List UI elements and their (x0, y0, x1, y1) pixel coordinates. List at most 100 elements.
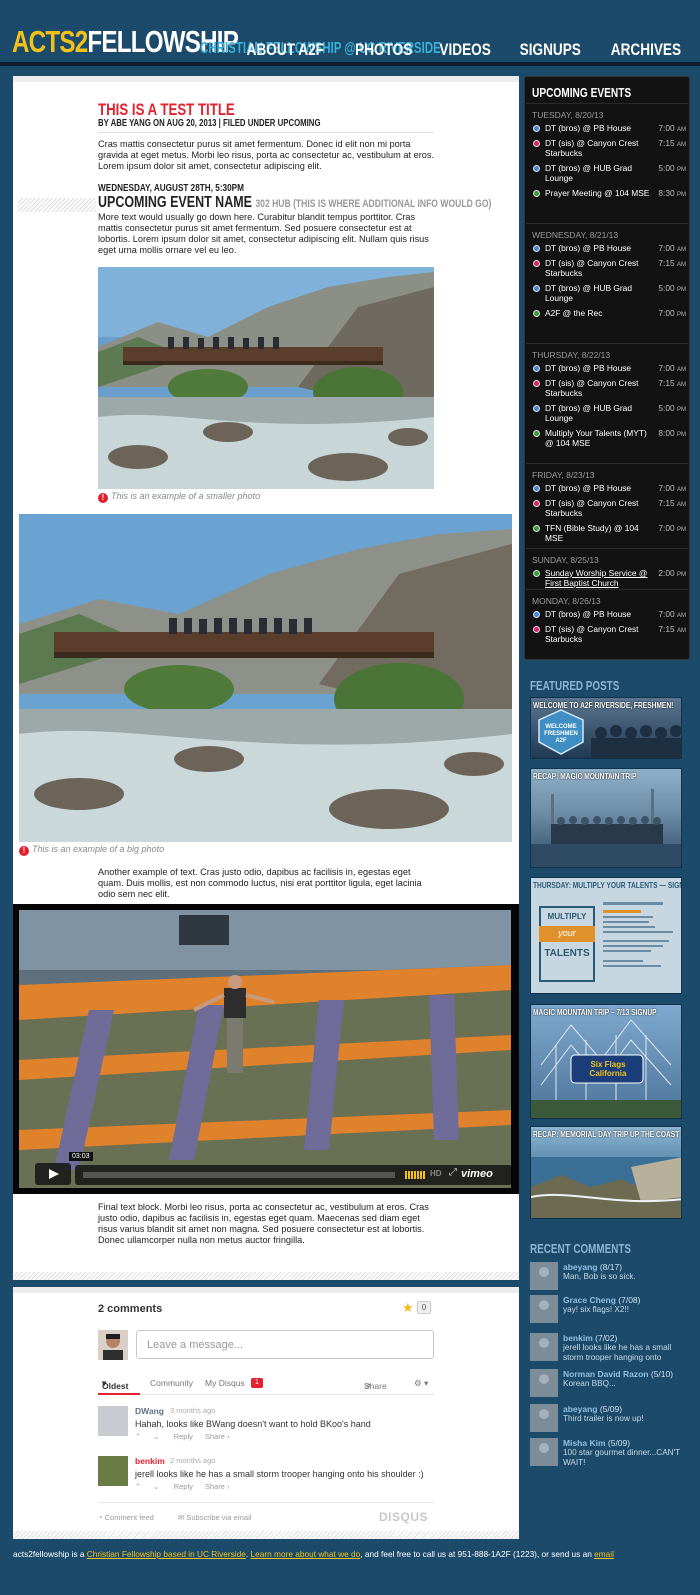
event-name: DT (bros) @ HUB Grad Lounge (545, 283, 632, 303)
hd-toggle[interactable]: HD (430, 1169, 442, 1178)
featured-post[interactable]: WELCOME FRESHMEN A2F WELCOME TO A2F RIVE… (530, 697, 682, 759)
event-name: DT (bros) @ PB House (545, 363, 632, 373)
reply-link[interactable]: Reply (174, 1432, 193, 1441)
disqus-logo[interactable]: DISQUS (379, 1510, 428, 1524)
upvote-icon[interactable]: ⌃ (135, 1482, 141, 1491)
vimeo-logo[interactable]: vimeo (461, 1168, 493, 1180)
event-item[interactable]: DT (bros) @ PB House 7:00 AM (526, 363, 688, 373)
comment-time[interactable]: 3 months ago (170, 1406, 215, 1415)
comment-input[interactable]: Leave a message... (136, 1330, 434, 1359)
subscribe-email-link[interactable]: ✉ Subscribe via email (178, 1513, 251, 1522)
recent-comment[interactable]: Misha Kim (5/09) 100 star gourmet dinner.… (530, 1438, 690, 1468)
event-item[interactable]: DT (bros) @ HUB Grad Lounge 5:00 PM (526, 403, 688, 423)
green-calendar-dot-icon (533, 190, 540, 197)
downvote-icon[interactable]: ⌄ (153, 1482, 159, 1491)
event-item[interactable]: DT (sis) @ Canyon Crest Starbucks 7:15 AM (526, 138, 688, 158)
recent-comment-author[interactable]: abeyang (563, 1404, 598, 1414)
recent-comment-author[interactable]: abeyang (563, 1262, 598, 1272)
volume-icon[interactable] (405, 1171, 425, 1179)
event-time-ampm: PM (677, 572, 686, 578)
event-title: UPCOMING EVENT NAME (98, 194, 252, 211)
recent-comment[interactable]: benkim (7/02) jerell looks like he has a … (530, 1333, 690, 1363)
recent-comment[interactable]: Norman David Razon (5/10) Korean BBQ... (530, 1369, 690, 1399)
nav-videos[interactable]: VIDEOS (440, 40, 491, 60)
footer-link-email[interactable]: email (594, 1549, 614, 1559)
share-link[interactable]: Share › (205, 1482, 230, 1491)
event-item[interactable]: Multiply Your Talents (MYT) @ 104 MSE 8:0… (526, 428, 688, 448)
event-item[interactable]: DT (bros) @ PB House 7:00 AM (526, 123, 688, 133)
share-link[interactable]: Share › (205, 1432, 230, 1441)
event-item[interactable]: DT (bros) @ PB House 7:00 AM (526, 609, 688, 619)
feed-label: Comment feed (104, 1513, 154, 1522)
event-day-label: WEDNESDAY, 8/21/13 (532, 230, 619, 240)
big-photo[interactable] (19, 514, 512, 842)
reply-link[interactable]: Reply (174, 1482, 193, 1491)
tab-community[interactable]: Community (150, 1378, 193, 1388)
post-title[interactable]: THIS IS A TEST TITLE (98, 100, 360, 120)
event-day-label: FRIDAY, 8/23/13 (532, 470, 595, 480)
comment-feed-link[interactable]: ◔ Comment feed (98, 1513, 154, 1522)
nav-photos[interactable]: PHOTOS (355, 40, 412, 60)
upvote-icon[interactable]: ⌃ (135, 1432, 141, 1441)
recent-comment-text: Man, Bob is so sick. (563, 1272, 636, 1281)
event-item[interactable]: A2F @ the Rec 7:00 PM (526, 308, 688, 318)
event-item[interactable]: DT (sis) @ Canyon Crest Starbucks 7:15 AM (526, 378, 688, 398)
comment-author[interactable]: benkim (135, 1456, 165, 1466)
event-time-ampm: AM (677, 367, 686, 373)
footer-text: acts2fellowship is a (13, 1549, 87, 1559)
pink-calendar-dot-icon (533, 500, 540, 507)
footer-link-learn-more[interactable]: Learn more about what we do (251, 1549, 361, 1559)
tab-oldest[interactable]: Oldest ▾ (102, 1378, 128, 1391)
recent-comment-author[interactable]: benkim (563, 1333, 593, 1343)
video-progress[interactable] (83, 1172, 395, 1178)
video-player[interactable]: 03:03 HD ⤢ vimeo (13, 904, 519, 1194)
gear-icon[interactable]: ⚙ ▾ (414, 1378, 428, 1389)
recent-comment[interactable]: abeyang (5/09) Third trailer is now up! (530, 1404, 690, 1434)
event-time-ampm: PM (677, 287, 686, 293)
notification-badge: 1 (251, 1378, 263, 1388)
avatar[interactable] (98, 1406, 128, 1436)
nav-signups[interactable]: SIGNUPS (519, 40, 580, 60)
event-time-value: 5:00 (658, 163, 675, 173)
star-icon[interactable]: ★ (402, 1300, 414, 1316)
event-item[interactable]: DT (sis) @ Canyon Crest Starbucks 7:15 AM (526, 624, 688, 644)
recent-comment-author[interactable]: Grace Cheng (563, 1295, 616, 1305)
event-item[interactable]: DT (bros) @ PB House 7:00 AM (526, 243, 688, 253)
event-item[interactable]: DT (bros) @ HUB Grad Lounge 5:00 PM (526, 163, 688, 183)
downvote-icon[interactable]: ⌄ (153, 1432, 159, 1441)
event-time: 7:15 AM (658, 498, 686, 510)
featured-post[interactable]: Six Flags California MAGIC MOUNTAIN TRIP… (530, 1004, 682, 1119)
recent-comment[interactable]: abeyang (8/17) Man, Bob is so sick. (530, 1262, 690, 1292)
nav-archives[interactable]: ARCHIVES (611, 40, 681, 60)
blue-calendar-dot-icon (533, 611, 540, 618)
recent-comment-author[interactable]: Norman David Razon (563, 1369, 649, 1379)
avatar[interactable] (98, 1456, 128, 1486)
small-photo[interactable] (98, 267, 434, 489)
event-item[interactable]: DT (bros) @ PB House 7:00 AM (526, 483, 688, 493)
event-time-ampm: AM (677, 127, 686, 133)
video-frame[interactable]: 03:03 HD ⤢ vimeo (19, 910, 511, 1188)
nav-about[interactable]: ABOUT A2F (247, 40, 324, 60)
event-name[interactable]: Sunday Worship Service @ First Baptist C… (545, 568, 647, 588)
event-name: A2F @ the Rec (545, 308, 603, 318)
featured-post[interactable]: RECAP: MEMORIAL DAY TRIP UP THE COAST (530, 1126, 682, 1219)
comment-time[interactable]: 2 months ago (170, 1456, 215, 1465)
event-item[interactable]: DT (sis) @ Canyon Crest Starbucks 7:15 AM (526, 498, 688, 518)
tab-my-disqus[interactable]: My Disqus (205, 1378, 245, 1388)
footer-link-christian-fellowship[interactable]: Christian Fellowship based in UC Riversi… (87, 1549, 246, 1559)
comment-author[interactable]: DWang (135, 1406, 164, 1416)
recent-comment-author[interactable]: Misha Kim (563, 1438, 606, 1448)
event-item[interactable]: DT (sis) @ Canyon Crest Starbucks 7:15 AM (526, 258, 688, 278)
event-item[interactable]: DT (bros) @ HUB Grad Lounge 5:00 PM (526, 283, 688, 303)
event-item[interactable]: Prayer Meeting @ 104 MSE 8:30 PM (526, 188, 688, 198)
event-item[interactable]: Sunday Worship Service @ First Baptist C… (526, 568, 688, 588)
event-time-ampm: AM (677, 613, 686, 619)
featured-caption: WELCOME TO A2F RIVERSIDE, FRESHMEN! (533, 700, 674, 710)
featured-post[interactable]: MULTIPLY your TALENTS THURSDAY: MULTIPLY… (530, 877, 682, 994)
featured-post[interactable]: RECAP: MAGIC MOUNTAIN TRIP (530, 768, 682, 868)
event-item[interactable]: TFN (Bible Study) @ 104 MSE 7:00 PM (526, 523, 688, 543)
recent-comment[interactable]: Grace Cheng (7/08) yay! six flags! X2!! (530, 1295, 690, 1325)
play-button[interactable] (35, 1163, 71, 1185)
avatar (98, 1330, 128, 1360)
fullscreen-icon[interactable]: ⤢ (449, 1167, 457, 1178)
